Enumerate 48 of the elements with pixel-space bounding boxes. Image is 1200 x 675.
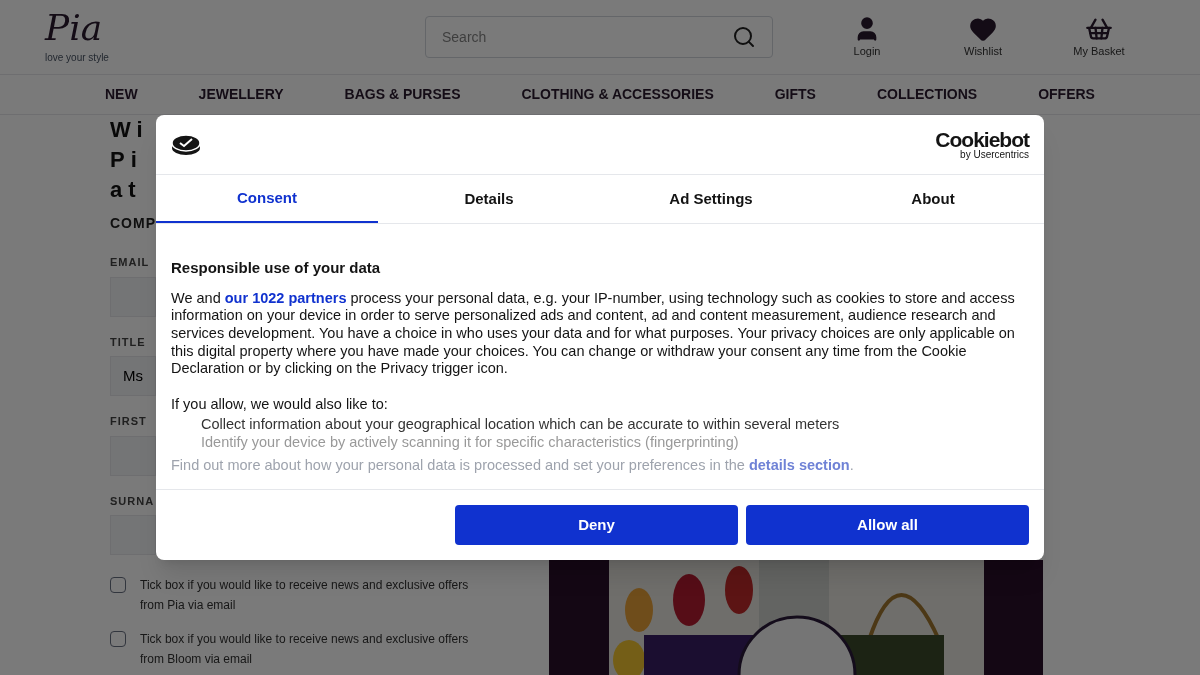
- brand-name: Cookiebot: [935, 129, 1029, 150]
- logo[interactable]: Pia: [45, 9, 425, 46]
- input-field[interactable]: Ms: [110, 356, 156, 396]
- header-action[interactable]: Login: [833, 14, 901, 60]
- header-action[interactable]: My Basket: [1065, 14, 1133, 60]
- consent-paragraph: We and our 1022 partners process your personal data, e.g. your IP-number, using technology such as cookies to store and access information on your device in order to serve personalized ads and content, ad and content measurement, audience research and services development. You have a choice in who uses your data and for what purposes. Your privacy choices are only applicable on this digital property where you have made your choices. You can change or withdraw your consent any time from the Cookie Declaration or by clicking on the Privacy trigger icon.: [171, 289, 1016, 378]
- nav-link[interactable]: CLOTHING & ACCESSORIES: [521, 84, 714, 105]
- purpose-item: Identify your device by actively scanning it for specific characteristics (fingerprinting): [201, 433, 740, 451]
- purposes-heading: If you allow, we would also like to:: [171, 396, 389, 413]
- checkbox-label: Tick box if you would like to receive news and exclusive offers from Pia via email: [140, 577, 470, 614]
- purpose-item: Collect information about your geographical location which can be accurate to within several meters: [201, 415, 841, 433]
- dialog-title: Responsible use of your data: [171, 258, 382, 278]
- input-field[interactable]: [110, 515, 156, 555]
- heading-line: Wi: [110, 116, 149, 144]
- search-icon[interactable]: [732, 25, 756, 49]
- nav-link[interactable]: GIFTS: [774, 84, 816, 105]
- details-note: Find out more about how your personal data is processed and set your preferences in the details section.: [171, 456, 855, 475]
- brand-subtitle: by Usercentrics: [960, 150, 1029, 160]
- nav-link[interactable]: BAGS & PURSES: [344, 84, 461, 105]
- input-field[interactable]: [110, 435, 156, 476]
- nav-link[interactable]: OFFERS: [1038, 84, 1095, 105]
- nav-link[interactable]: NEW: [105, 84, 138, 105]
- checkbox[interactable]: [110, 577, 126, 593]
- field-label: EMAIL: [110, 255, 150, 270]
- consent-button[interactable]: Deny: [455, 505, 738, 545]
- details-link[interactable]: details section: [748, 457, 850, 473]
- cookie-check-icon: [171, 133, 201, 156]
- search-bar[interactable]: Search: [425, 16, 773, 58]
- field-label: FIRST: [110, 414, 147, 429]
- dialog-tab[interactable]: Details: [378, 175, 600, 223]
- heading-line: Pi: [110, 146, 143, 174]
- field-label: TITLE: [110, 334, 146, 350]
- nav-link[interactable]: JEWELLERY: [198, 84, 284, 105]
- consent-button[interactable]: Allow all: [746, 505, 1029, 545]
- heading-line: at: [110, 176, 142, 204]
- field-label: SURNA: [110, 493, 155, 509]
- checkbox-label: Tick box if you would like to receive news and exclusive offers from Bloom via email: [140, 631, 470, 668]
- header-action[interactable]: Wishlist: [949, 14, 1017, 60]
- nav-link[interactable]: COLLECTIONS: [876, 84, 978, 105]
- input-field[interactable]: [110, 276, 156, 317]
- tagline: love your style: [45, 50, 110, 65]
- partners-link[interactable]: our 1022 partners: [224, 289, 347, 306]
- checkbox[interactable]: [110, 631, 126, 647]
- subheading: COMP: [110, 214, 156, 233]
- search-input[interactable]: Search: [442, 26, 702, 48]
- dialog-tab[interactable]: Ad Settings: [600, 175, 822, 223]
- dialog-tab[interactable]: Consent: [156, 175, 378, 223]
- dialog-tab[interactable]: About: [822, 175, 1044, 223]
